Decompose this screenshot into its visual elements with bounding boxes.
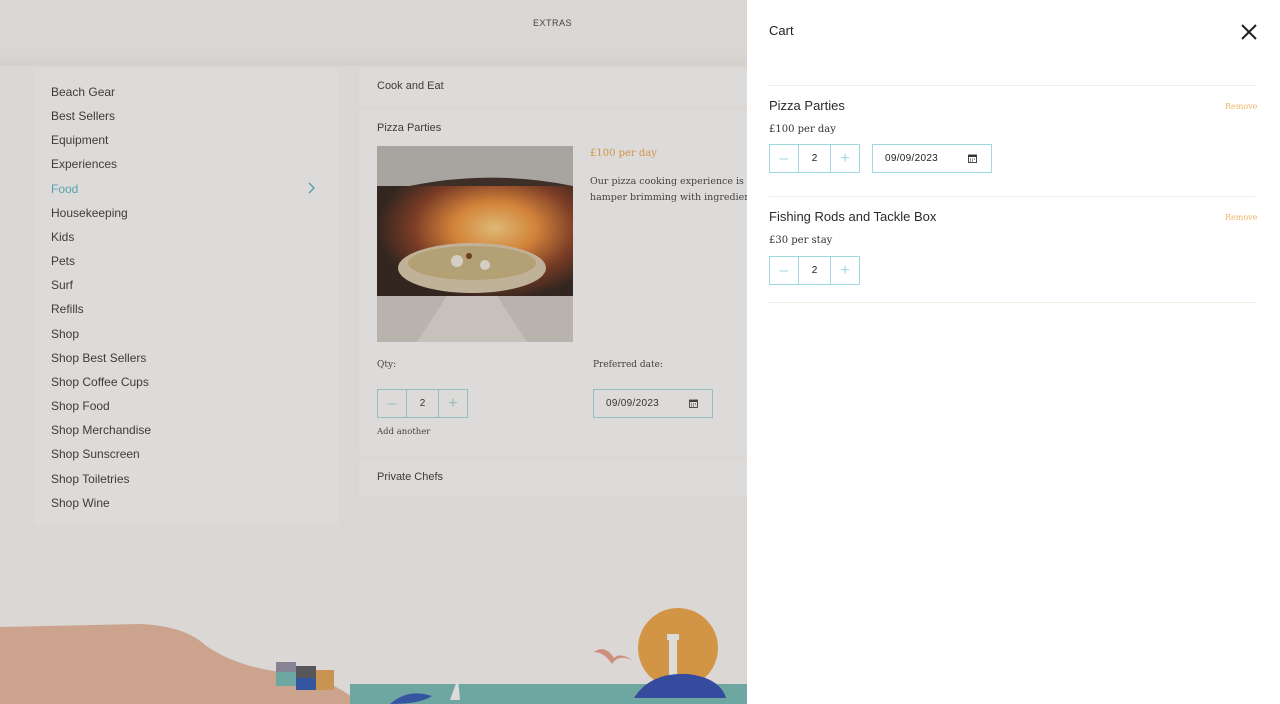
cart-item-price: £30 per stay (769, 235, 833, 246)
minus-icon[interactable]: – (770, 145, 798, 172)
cart-item-price: £100 per day (769, 124, 836, 135)
plus-icon[interactable]: + (831, 257, 859, 284)
remove-button[interactable]: Remove (1225, 213, 1257, 222)
preferred-date-input[interactable]: 09/09/2023 (872, 144, 992, 173)
cart-item-name: Fishing Rods and Tackle Box (769, 209, 937, 224)
cart-title: Cart (769, 23, 794, 38)
modal-overlay[interactable] (0, 0, 747, 704)
calendar-icon[interactable] (968, 154, 977, 163)
quantity-value[interactable]: 2 (798, 145, 831, 172)
divider (769, 85, 1255, 86)
cart-drawer: Cart Pizza Parties Remove £100 per day –… (747, 0, 1280, 704)
quantity-value[interactable]: 2 (798, 257, 831, 284)
date-value: 09/09/2023 (885, 153, 939, 164)
quantity-stepper: – 2 + (769, 144, 860, 173)
minus-icon[interactable]: – (770, 257, 798, 284)
quantity-stepper: – 2 + (769, 256, 860, 285)
divider (769, 302, 1255, 303)
divider (769, 196, 1255, 197)
close-icon[interactable] (1239, 22, 1259, 42)
cart-item-name: Pizza Parties (769, 98, 845, 113)
plus-icon[interactable]: + (831, 145, 859, 172)
remove-button[interactable]: Remove (1225, 102, 1257, 111)
